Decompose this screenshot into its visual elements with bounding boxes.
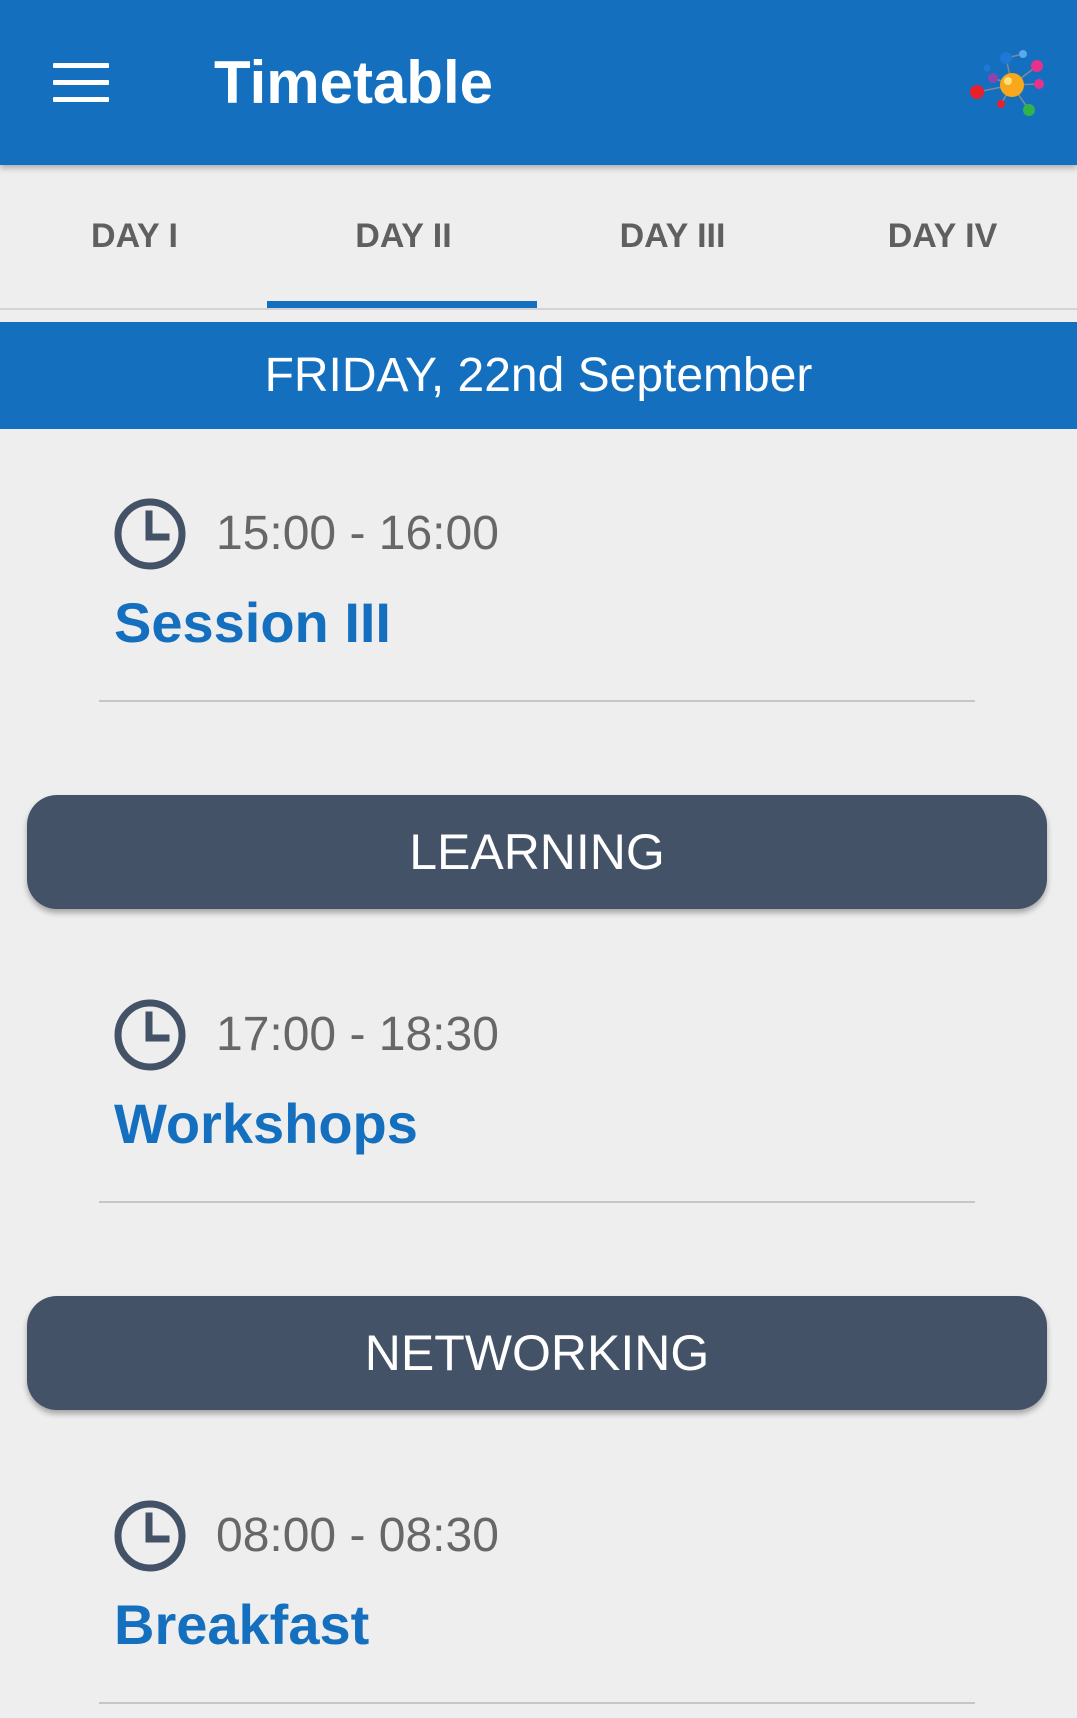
tab-day-1[interactable]: DAY I bbox=[0, 165, 269, 308]
event-title: Breakfast bbox=[114, 1593, 370, 1656]
event-title: Session III bbox=[114, 591, 391, 654]
tab-day-4[interactable]: DAY IV bbox=[808, 165, 1077, 308]
menu-button[interactable] bbox=[38, 50, 124, 114]
event-time: 17:00 - 18:30 bbox=[216, 1008, 499, 1061]
event-title: Workshops bbox=[114, 1092, 418, 1155]
page-title: Timetable bbox=[214, 49, 493, 116]
event-time: 15:00 - 16:00 bbox=[216, 507, 499, 560]
clock-icon bbox=[114, 498, 186, 570]
timetable-event[interactable]: 15:00 - 16:00 Session III bbox=[0, 496, 1077, 716]
selected-tab-indicator bbox=[267, 301, 537, 308]
divider bbox=[99, 1702, 975, 1704]
clock-icon bbox=[114, 999, 186, 1071]
molecule-logo-icon bbox=[970, 50, 1044, 116]
app-bar: Timetable bbox=[0, 0, 1077, 165]
tab-day-3[interactable]: DAY III bbox=[538, 165, 807, 308]
day-tabs: DAY I DAY II DAY III DAY IV bbox=[0, 165, 1077, 310]
timetable-event[interactable]: 17:00 - 18:30 Workshops bbox=[0, 997, 1077, 1217]
category-learning-button[interactable]: LEARNING bbox=[27, 795, 1047, 909]
divider bbox=[99, 700, 975, 702]
clock-icon bbox=[114, 1500, 186, 1572]
category-networking-button[interactable]: NETWORKING bbox=[27, 1296, 1047, 1410]
tab-day-2[interactable]: DAY II bbox=[269, 165, 538, 308]
timetable-event[interactable]: 08:00 - 08:30 Breakfast bbox=[0, 1498, 1077, 1718]
divider bbox=[99, 1201, 975, 1203]
date-banner: FRIDAY, 22nd September bbox=[0, 322, 1077, 429]
event-time: 08:00 - 08:30 bbox=[216, 1509, 499, 1562]
